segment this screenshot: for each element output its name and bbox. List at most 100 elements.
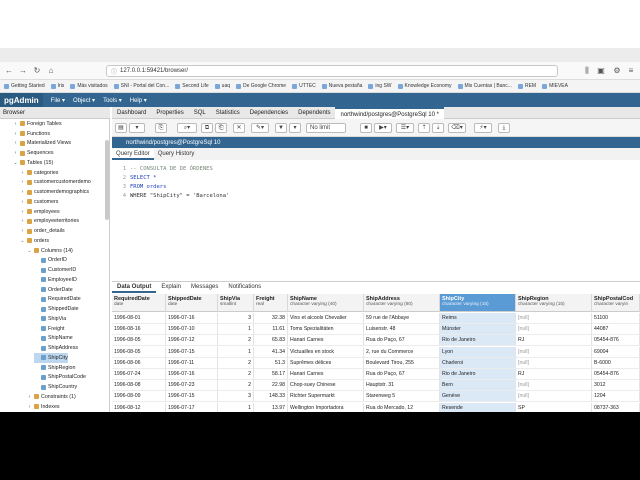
tree-scrollbar[interactable] <box>105 140 109 220</box>
tab-query-tool[interactable]: northwind/postgres@PostgreSql 10 * <box>335 106 444 119</box>
table-cell[interactable]: 2 <box>218 380 254 392</box>
bookmark-item[interactable]: Getting Started <box>4 83 45 89</box>
table-cell[interactable]: 1996-07-16 <box>166 313 218 324</box>
menu-tools[interactable]: Tools ▾ <box>103 97 122 104</box>
caret-icon[interactable]: › <box>20 179 25 185</box>
tree-item[interactable]: ShipVia <box>34 314 66 324</box>
forward-icon[interactable]: → <box>18 66 28 76</box>
tree-item[interactable]: ShipCity <box>34 353 68 363</box>
table-cell[interactable]: [null] <box>516 346 592 358</box>
table-cell[interactable]: Victuailles en stock <box>288 346 364 358</box>
tab-query-history[interactable]: Query History <box>154 149 199 160</box>
table-cell[interactable]: Rua do Paço, 67 <box>364 335 440 347</box>
table-cell[interactable]: 1 <box>218 324 254 336</box>
tree-item[interactable]: › employeeterritories <box>20 217 79 227</box>
table-cell[interactable]: Suprêmes délices <box>288 357 364 369</box>
bookmark-item[interactable]: Knowledge Economy <box>397 83 452 89</box>
table-cell[interactable]: Toms Spezialitäten <box>288 324 364 336</box>
table-cell[interactable]: Chop-suey Chinese <box>288 380 364 392</box>
caret-icon[interactable]: ⌄ <box>27 248 32 254</box>
tree-item[interactable]: OrderID <box>34 256 67 266</box>
tree-item[interactable]: › employees <box>20 207 60 217</box>
table-cell[interactable]: Starenweg 5 <box>364 391 440 403</box>
caret-icon[interactable]: › <box>20 189 25 195</box>
tab-statistics[interactable]: Statistics <box>211 107 245 119</box>
extension-icon[interactable]: ⚙ <box>612 66 622 76</box>
tree-item[interactable]: › categories <box>20 168 59 178</box>
table-cell[interactable]: 1204 <box>592 391 640 403</box>
find-icon[interactable]: ⌕▾ <box>177 123 197 133</box>
table-cell[interactable]: 2 <box>218 369 254 380</box>
table-cell[interactable]: 3012 <box>592 380 640 392</box>
table-cell[interactable]: 32.38 <box>254 313 288 324</box>
macros-icon[interactable]: ⚡▾ <box>474 123 492 133</box>
connection-bar[interactable]: northwind/postgres@PostgreSql 10 <box>112 137 640 148</box>
filter-icon[interactable]: ▼ <box>275 123 287 133</box>
reload-icon[interactable]: ↻ <box>32 66 42 76</box>
table-cell[interactable]: 65.83 <box>254 335 288 347</box>
table-cell[interactable]: 13.97 <box>254 402 288 412</box>
tree-item[interactable]: ⌄ Tables (15) <box>13 158 53 168</box>
table-cell[interactable]: 1996-08-16 <box>112 324 166 336</box>
open-file-icon[interactable]: ▤ <box>115 123 127 133</box>
table-cell[interactable]: 1 <box>218 402 254 412</box>
column-header[interactable]: ShipRegion character varying (15) <box>516 294 592 312</box>
tree-item[interactable]: › Constraints (1) <box>27 392 76 402</box>
tab-notifications[interactable]: Notifications <box>223 282 266 293</box>
tree-item[interactable]: ⌄ orders <box>20 236 49 246</box>
filter-dropdown-icon[interactable]: ▾ <box>289 123 301 133</box>
table-cell[interactable]: Reims <box>440 313 516 324</box>
table-cell[interactable]: Wellington Importadora <box>288 402 364 412</box>
caret-icon[interactable]: › <box>20 170 25 176</box>
home-icon[interactable]: ⌂ <box>46 66 56 76</box>
tree-item[interactable]: › order_details <box>20 226 65 236</box>
table-cell[interactable]: Hanari Carnes <box>288 335 364 347</box>
tab-data-output[interactable]: Data Output <box>112 282 157 293</box>
table-cell[interactable]: 08737-363 <box>592 402 640 412</box>
table-cell[interactable]: 44087 <box>592 324 640 336</box>
delete-icon[interactable]: ✕ <box>233 123 245 133</box>
tree-item[interactable]: ShipName <box>34 334 73 344</box>
url-bar[interactable]: ⓘ 127.0.0.1:59421/browser/ <box>106 65 558 77</box>
tree-item[interactable]: EmployeeID <box>34 275 77 285</box>
table-cell[interactable]: 58.17 <box>254 369 288 380</box>
column-header[interactable]: ShipVia smallint <box>218 294 254 312</box>
column-header[interactable]: RequiredDate date <box>112 294 166 312</box>
caret-icon[interactable]: › <box>13 150 18 156</box>
clear-icon[interactable]: ⌫▾ <box>448 123 466 133</box>
edit-icon[interactable]: ✎▾ <box>251 123 269 133</box>
bookmark-item[interactable]: Más visitados <box>70 83 108 89</box>
table-cell[interactable]: 1996-07-16 <box>166 369 218 380</box>
tree-item[interactable]: › Materialized Views <box>13 139 71 149</box>
table-cell[interactable]: 1996-07-23 <box>166 380 218 392</box>
caret-icon[interactable]: › <box>27 404 32 410</box>
menu-file[interactable]: File ▾ <box>51 97 65 104</box>
tab-dashboard[interactable]: Dashboard <box>112 107 151 119</box>
limit-select[interactable]: No limit <box>306 123 346 133</box>
table-cell[interactable]: [null] <box>516 357 592 369</box>
table-cell[interactable]: 1996-08-01 <box>112 313 166 324</box>
table-cell[interactable]: 1 <box>218 346 254 358</box>
bookmark-item[interactable]: UTTEC <box>292 83 316 89</box>
table-cell[interactable]: 2 <box>218 357 254 369</box>
commit-icon[interactable]: ⇡ <box>418 123 430 133</box>
tree-item[interactable]: ShipPostalCode <box>34 373 86 383</box>
table-cell[interactable]: Rio de Janeiro <box>440 369 516 380</box>
table-cell[interactable]: Boulevard Tirou, 255 <box>364 357 440 369</box>
table-cell[interactable]: Münster <box>440 324 516 336</box>
tab-explain[interactable]: Explain <box>156 282 186 293</box>
table-cell[interactable]: 1996-07-17 <box>166 402 218 412</box>
tree-item[interactable]: RequiredDate <box>34 295 81 305</box>
menu-icon[interactable]: ≡ <box>626 66 636 76</box>
tab-properties[interactable]: Properties <box>151 107 188 119</box>
tree-item[interactable]: › Functions <box>13 129 50 139</box>
stop-icon[interactable]: ■ <box>360 123 372 133</box>
tab-sql[interactable]: SQL <box>189 107 211 119</box>
library-icon[interactable]: ⫼ <box>582 66 592 76</box>
table-cell[interactable]: Hanari Carnes <box>288 369 364 380</box>
table-cell[interactable]: 2, rue du Commerce <box>364 346 440 358</box>
copy-rows-icon[interactable]: ⧉ <box>201 123 213 133</box>
bookmark-item[interactable]: Second Life <box>175 83 209 89</box>
table-cell[interactable]: Resende <box>440 402 516 412</box>
table-cell[interactable]: Rua do Paço, 67 <box>364 369 440 380</box>
